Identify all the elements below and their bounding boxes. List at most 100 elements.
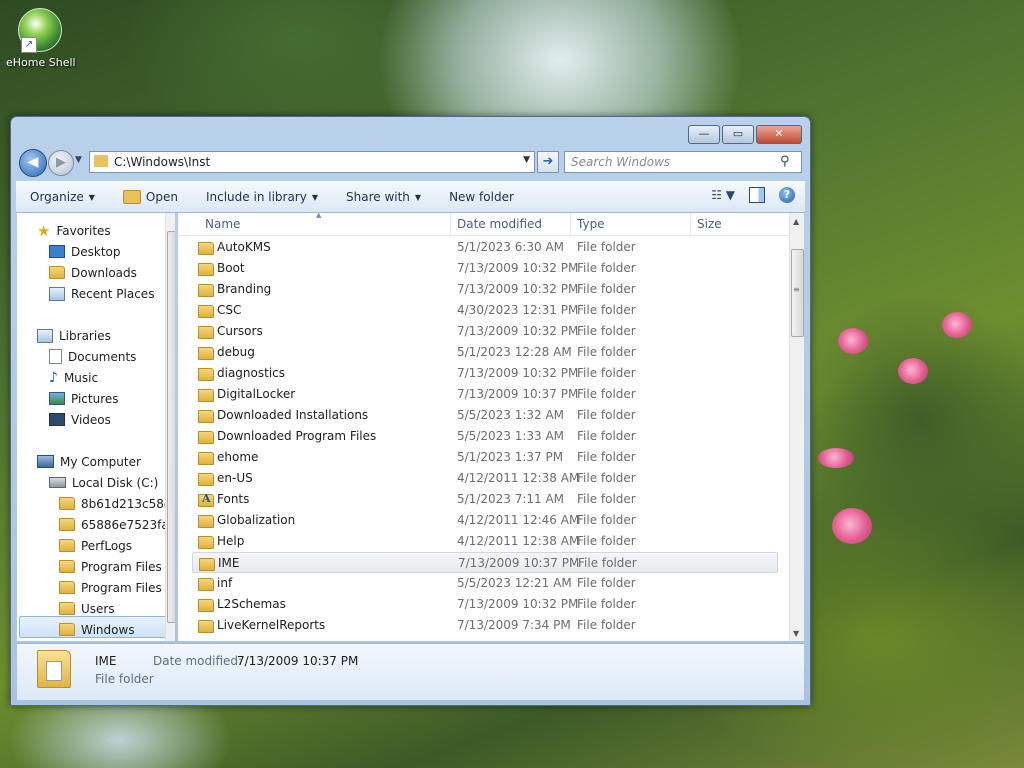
file-row-selected[interactable]: IME 7/13/2009 10:37 PM File folder: [192, 552, 778, 573]
file-type: File folder: [577, 366, 636, 380]
documents-icon: [49, 349, 62, 364]
nav-label: Downloads: [71, 265, 137, 280]
file-row[interactable]: debug 5/1/2023 12:28 AM File folder: [178, 342, 790, 363]
file-row[interactable]: inf 5/5/2023 12:21 AM File folder: [178, 573, 790, 594]
nav-folder-windows[interactable]: Windows: [59, 619, 135, 640]
file-row[interactable]: Fonts 5/1/2023 7:11 AM File folder: [178, 489, 790, 510]
file-type: File folder: [577, 324, 636, 338]
nav-label: Recent Places: [71, 286, 155, 301]
column-name[interactable]: Name: [205, 217, 240, 231]
column-divider[interactable]: [570, 213, 571, 235]
file-row[interactable]: DigitalLocker 7/13/2009 10:37 PM File fold…: [178, 384, 790, 405]
recent-pages-dropdown[interactable]: ▼: [75, 155, 82, 165]
nav-label: Videos: [71, 412, 111, 427]
column-type[interactable]: Type: [577, 217, 605, 231]
nav-scroll-thumb[interactable]: [167, 231, 175, 623]
details-name: IME: [95, 654, 117, 668]
nav-favorites[interactable]: ★ Favorites: [37, 220, 111, 241]
file-row[interactable]: AutoKMS 5/1/2023 6:30 AM File folder: [178, 237, 790, 258]
nav-label: PerfLogs: [81, 538, 133, 553]
nav-downloads[interactable]: Downloads: [49, 262, 137, 283]
include-in-library-button[interactable]: Include in library ▼: [192, 190, 332, 204]
folder-icon: [198, 536, 214, 549]
nav-folder[interactable]: Program Files (: [59, 577, 170, 598]
file-row[interactable]: L2Schemas 7/13/2009 10:32 PM File folder: [178, 594, 790, 615]
nav-libraries[interactable]: Libraries: [37, 325, 111, 346]
desktop-icon-ehome-shell[interactable]: ↗ eHome Shell: [6, 8, 76, 69]
search-icon[interactable]: ⚲: [780, 154, 796, 169]
nav-label: Music: [63, 370, 99, 385]
file-row[interactable]: diagnostics 7/13/2009 10:32 PM File folder: [178, 363, 790, 384]
file-date: 5/5/2023 1:32 AM: [457, 408, 565, 422]
desktop-icon: [49, 245, 65, 258]
new-folder-label: New folder: [449, 190, 514, 204]
windows-logo-icon: ↗: [18, 8, 62, 53]
details-type: File folder: [95, 672, 154, 686]
file-row[interactable]: ehome 5/1/2023 1:37 PM File folder: [178, 447, 790, 468]
file-row[interactable]: LiveKernelReports 7/13/2009 7:34 PM File f…: [178, 615, 790, 636]
new-folder-button[interactable]: New folder: [435, 190, 528, 204]
maximize-button[interactable]: ▭: [722, 125, 754, 144]
file-name: L2Schemas: [217, 597, 286, 611]
file-name: ehome: [217, 450, 259, 464]
file-row[interactable]: CSC 4/30/2023 12:31 PM File folder: [178, 300, 790, 321]
nav-label: Favorites: [56, 223, 111, 238]
file-row[interactable]: Branding 7/13/2009 10:32 PM File folder: [178, 279, 790, 300]
file-list-scrollbar[interactable]: ▲ ≡ ▼: [789, 213, 804, 641]
folder-icon: [198, 515, 214, 528]
scroll-down-arrow-icon[interactable]: ▼: [793, 629, 799, 638]
nav-folder[interactable]: Users: [59, 598, 115, 619]
share-with-button[interactable]: Share with ▼: [332, 190, 435, 204]
close-button[interactable]: ✕: [756, 125, 802, 144]
nav-folder[interactable]: PerfLogs: [59, 535, 132, 556]
folder-icon: [59, 581, 75, 594]
nav-documents[interactable]: Documents: [49, 346, 136, 367]
nav-folder[interactable]: 8b61d213c58dc: [59, 493, 175, 514]
file-date: 5/1/2023 7:11 AM: [457, 492, 565, 506]
nav-my-computer[interactable]: My Computer: [37, 451, 141, 472]
file-type: File folder: [578, 556, 637, 570]
help-button[interactable]: ?: [779, 187, 795, 203]
nav-recent-places[interactable]: Recent Places: [49, 283, 154, 304]
file-date: 7/13/2009 10:32 PM: [457, 282, 579, 296]
address-dropdown-icon[interactable]: ▼: [523, 155, 530, 165]
column-date-modified[interactable]: Date modified: [457, 217, 542, 231]
scroll-up-arrow-icon[interactable]: ▲: [793, 217, 799, 226]
back-button[interactable]: ◀: [19, 149, 47, 177]
nav-desktop[interactable]: Desktop: [49, 241, 121, 262]
file-row[interactable]: en-US 4/12/2011 12:38 AM File folder: [178, 468, 790, 489]
file-row[interactable]: Downloaded Program Files 5/5/2023 1:33 AM…: [178, 426, 790, 447]
column-divider[interactable]: [450, 213, 451, 235]
file-row[interactable]: Help 4/12/2011 12:38 AM File folder: [178, 531, 790, 552]
minimize-button[interactable]: —: [688, 125, 720, 144]
address-bar[interactable]: C:\Windows\Inst ▼: [89, 151, 535, 173]
file-type: File folder: [577, 618, 636, 632]
address-row: ◀ ▶ ▼ C:\Windows\Inst ▼ ➜ Search Windows…: [19, 149, 802, 177]
file-row[interactable]: Boot 7/13/2009 10:32 PM File folder: [178, 258, 790, 279]
file-type: File folder: [577, 597, 636, 611]
nav-label: My Computer: [60, 454, 141, 469]
nav-folder[interactable]: Program Files: [59, 556, 162, 577]
organize-button[interactable]: Organize ▼: [16, 190, 109, 204]
preview-pane-button[interactable]: [749, 187, 765, 203]
folder-icon: [198, 431, 214, 444]
forward-button[interactable]: ▶: [48, 150, 74, 176]
nav-videos[interactable]: Videos: [49, 409, 111, 430]
file-row[interactable]: Downloaded Installations 5/5/2023 1:32 AM…: [178, 405, 790, 426]
change-view-button[interactable]: ☷ ▼: [711, 188, 735, 202]
folder-icon: [59, 497, 75, 510]
nav-pictures[interactable]: Pictures: [49, 388, 119, 409]
go-button[interactable]: ➜: [537, 151, 559, 173]
file-name: diagnostics: [217, 366, 286, 380]
file-date: 4/12/2011 12:38 AM: [457, 534, 580, 548]
nav-local-disk[interactable]: Local Disk (C:): [49, 472, 158, 493]
nav-music[interactable]: ♪ Music: [49, 367, 98, 388]
column-size[interactable]: Size: [697, 217, 722, 231]
open-button[interactable]: Open: [109, 190, 192, 204]
nav-scrollbar[interactable]: [165, 213, 175, 641]
file-row[interactable]: Cursors 7/13/2009 10:32 PM File folder: [178, 321, 790, 342]
search-box[interactable]: Search Windows ⚲: [564, 151, 802, 173]
nav-folder[interactable]: 65886e7523fa54: [59, 514, 175, 535]
file-row[interactable]: Globalization 4/12/2011 12:46 AM File fold…: [178, 510, 790, 531]
column-divider[interactable]: [690, 213, 691, 235]
